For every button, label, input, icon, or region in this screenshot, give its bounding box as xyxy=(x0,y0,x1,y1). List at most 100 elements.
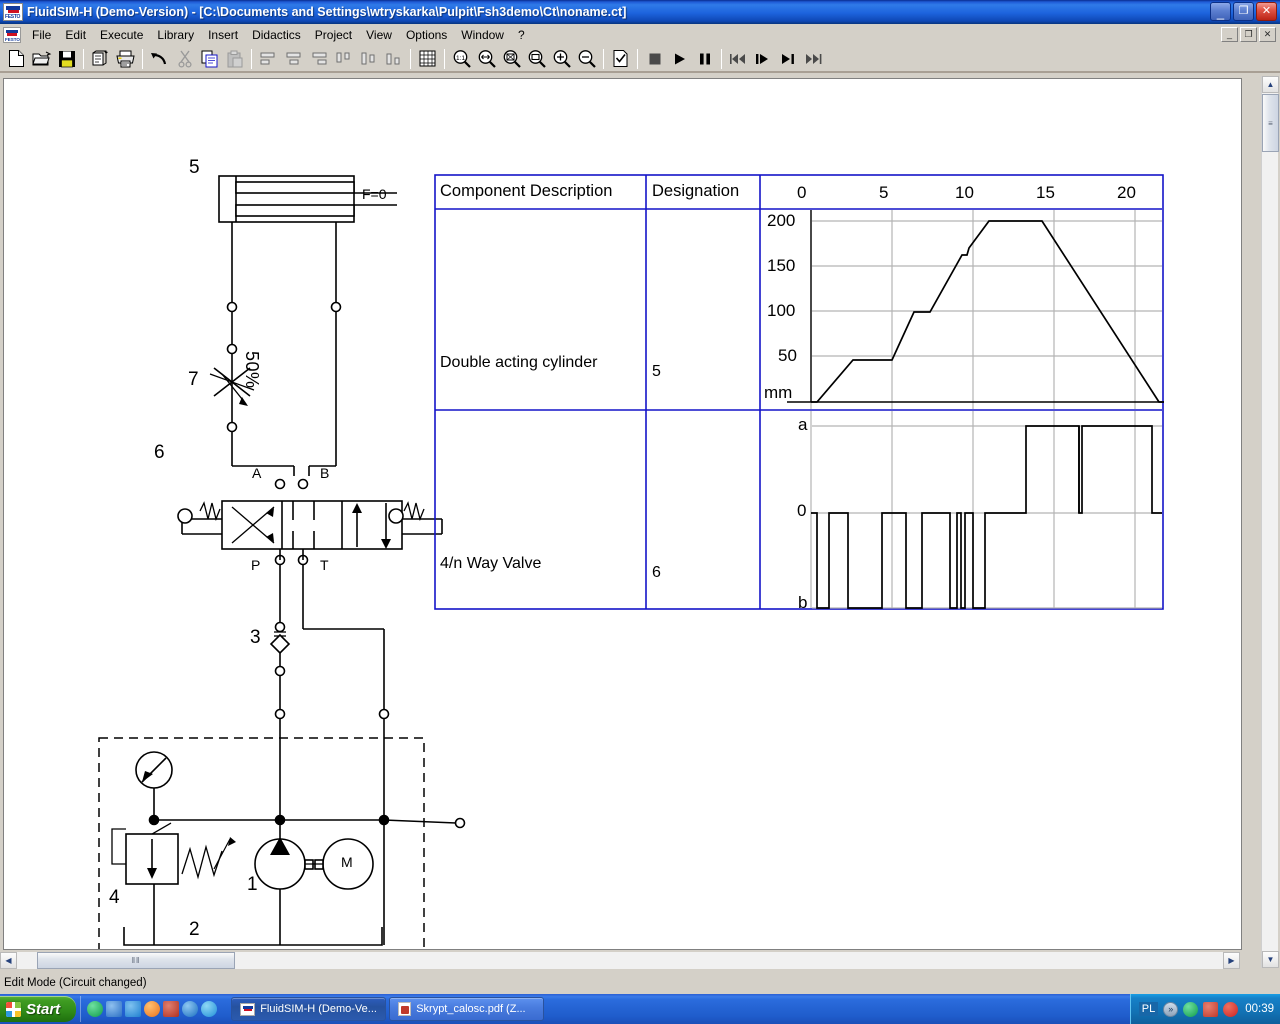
chart-2-ytick-b: b xyxy=(798,593,808,612)
chart-1-xtick-10: 10 xyxy=(955,183,974,202)
mdi-close-button[interactable]: ✕ xyxy=(1259,27,1276,42)
new-document-icon[interactable] xyxy=(4,47,29,71)
horizontal-scrollbar[interactable]: ◀ ‖‖ ▶ xyxy=(0,952,1240,969)
junction-dot xyxy=(148,814,160,826)
scroll-down-button[interactable]: ▼ xyxy=(1262,951,1279,968)
copy-icon[interactable] xyxy=(197,47,222,71)
restore-button[interactable]: ❐ xyxy=(1233,2,1254,21)
scroll-right-button[interactable]: ▶ xyxy=(1223,952,1240,969)
acrobat-tray-icon[interactable] xyxy=(1203,1001,1219,1017)
gadu-gadu-icon[interactable] xyxy=(125,1001,142,1017)
firefox-icon[interactable] xyxy=(144,1001,161,1017)
security-alert-icon[interactable] xyxy=(1223,1001,1239,1017)
rewind-to-start-icon[interactable] xyxy=(726,47,751,71)
stop-icon[interactable] xyxy=(642,47,667,71)
print-preview-icon[interactable] xyxy=(88,47,113,71)
cylinder-force-label: F=0 xyxy=(362,186,387,202)
connection-point xyxy=(274,665,286,677)
language-indicator[interactable]: PL xyxy=(1138,1002,1159,1016)
chart-1-ytick-50: 50 xyxy=(778,346,797,365)
menu-item-edit[interactable]: Edit xyxy=(58,25,93,45)
table-row-1-description: Double acting cylinder xyxy=(440,354,598,371)
emule-icon[interactable] xyxy=(163,1001,180,1017)
menu-item-options[interactable]: Options xyxy=(399,25,454,45)
opera-tray-icon[interactable] xyxy=(1183,1001,1199,1017)
minimize-button[interactable]: _ xyxy=(1210,2,1231,21)
menu-item-library[interactable]: Library xyxy=(150,25,201,45)
connection-point xyxy=(226,301,238,313)
toolbar-separator xyxy=(410,48,411,69)
close-button[interactable]: ✕ xyxy=(1256,2,1277,21)
chart-1-xtick-5: 5 xyxy=(879,183,889,202)
status-bar: Edit Mode (Circuit changed) xyxy=(0,971,1280,994)
zoom-region-icon[interactable] xyxy=(524,47,549,71)
vertical-scrollbar[interactable]: ▲ ≡ ▼ xyxy=(1261,76,1279,968)
scroll-left-button[interactable]: ◀ xyxy=(0,952,17,969)
horizontal-scrollbar-thumb[interactable]: ‖‖ xyxy=(37,952,235,969)
chart-1-xtick-0: 0 xyxy=(797,183,807,202)
task-button-fluidsim[interactable]: FluidSIM-H (Demo-Ve... xyxy=(231,997,387,1021)
zoom-fit-page-icon[interactable] xyxy=(499,47,524,71)
menu-item-insert[interactable]: Insert xyxy=(201,25,245,45)
image-viewer-icon[interactable] xyxy=(106,1001,123,1017)
cut-scissors-icon[interactable] xyxy=(172,47,197,71)
mdi-document-icon[interactable]: FESTO xyxy=(3,26,21,43)
grid-icon[interactable] xyxy=(415,47,440,71)
pause-icon[interactable] xyxy=(692,47,717,71)
zoom-actual-size-icon[interactable]: 1:1 xyxy=(449,47,474,71)
internet-explorer-icon[interactable] xyxy=(182,1001,199,1017)
align-center-icon[interactable] xyxy=(281,47,306,71)
menu-item-view[interactable]: View xyxy=(359,25,399,45)
zoom-fit-width-icon[interactable] xyxy=(474,47,499,71)
circuit-canvas[interactable]: 5 F=0 7 50% A B 6 P T 3 4 1 2 M Componen… xyxy=(3,78,1242,950)
task-button-list: FluidSIM-H (Demo-Ve... Skrypt_calosc.pdf… xyxy=(231,997,545,1021)
taskbar-clock[interactable]: 00:39 xyxy=(1245,1003,1274,1015)
distribute-middle-icon[interactable] xyxy=(356,47,381,71)
menu-item-help[interactable]: ? xyxy=(511,25,532,45)
menu-item-project[interactable]: Project xyxy=(308,25,359,45)
way-valve-symbol xyxy=(177,500,443,550)
open-folder-icon[interactable] xyxy=(29,47,54,71)
menu-item-file[interactable]: File xyxy=(25,25,58,45)
undo-arrow-icon[interactable] xyxy=(147,47,172,71)
distribute-top-icon[interactable] xyxy=(331,47,356,71)
task-button-pdf[interactable]: Skrypt_calosc.pdf (Z... xyxy=(389,997,545,1021)
align-left-icon[interactable] xyxy=(256,47,281,71)
zoom-out-icon[interactable] xyxy=(574,47,599,71)
pump-number-label: 1 xyxy=(247,874,258,895)
table-row-2-description: 4/n Way Valve xyxy=(440,555,542,572)
opera-icon[interactable] xyxy=(87,1001,104,1017)
mdi-minimize-button[interactable]: _ xyxy=(1221,27,1238,42)
check-circuit-icon[interactable] xyxy=(608,47,633,71)
menu-item-didactics[interactable]: Didactics xyxy=(245,25,308,45)
task-button-label: FluidSIM-H (Demo-Ve... xyxy=(260,1003,377,1015)
play-icon[interactable] xyxy=(667,47,692,71)
save-disk-icon[interactable] xyxy=(54,47,79,71)
scroll-up-button[interactable]: ▲ xyxy=(1262,76,1279,93)
zoom-in-icon[interactable] xyxy=(549,47,574,71)
mdi-client-area: 5 F=0 7 50% A B 6 P T 3 4 1 2 M Componen… xyxy=(0,75,1280,971)
chevron-expand-icon[interactable]: » xyxy=(1163,1001,1179,1017)
menu-item-window[interactable]: Window xyxy=(454,25,511,45)
paste-icon[interactable] xyxy=(222,47,247,71)
step-forward-icon[interactable] xyxy=(751,47,776,71)
forward-to-end-icon[interactable] xyxy=(776,47,801,71)
media-player-icon[interactable] xyxy=(201,1001,218,1017)
start-button-label: Start xyxy=(26,1000,61,1018)
menu-item-execute[interactable]: Execute xyxy=(93,25,150,45)
cylinder-piston-lower xyxy=(235,204,355,217)
connection-point xyxy=(378,708,390,720)
chart-2-ytick-0: 0 xyxy=(797,501,807,520)
start-button[interactable]: Start xyxy=(0,996,77,1022)
align-right-icon[interactable] xyxy=(306,47,331,71)
taskbar: Start FluidSIM-H (Demo-Ve... Skrypt_calo… xyxy=(0,994,1280,1024)
distribute-bottom-icon[interactable] xyxy=(381,47,406,71)
print-icon[interactable] xyxy=(113,47,138,71)
fast-forward-icon[interactable] xyxy=(801,47,826,71)
pump-symbol xyxy=(254,824,306,945)
toolbar-separator xyxy=(444,48,445,69)
mdi-restore-button[interactable]: ❐ xyxy=(1240,27,1257,42)
vertical-scrollbar-thumb[interactable]: ≡ xyxy=(1262,94,1279,152)
connection-point xyxy=(226,421,238,433)
toolbar-separator xyxy=(637,48,638,69)
